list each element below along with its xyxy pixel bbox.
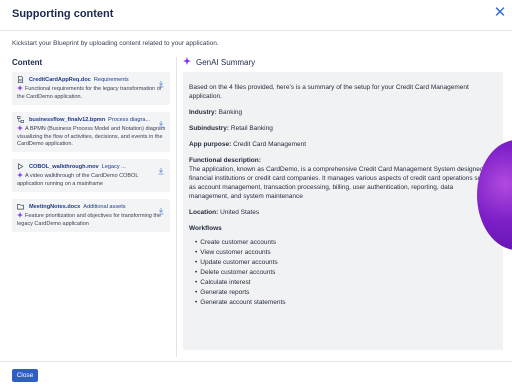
location-value: United States <box>220 209 260 216</box>
close-icon[interactable]: ✕ <box>492 5 508 21</box>
content-heading: Content <box>12 58 43 67</box>
workflow-item: Create customer accounts <box>195 238 493 247</box>
process-diagram-icon <box>17 116 24 123</box>
sparkle-icon <box>183 57 191 67</box>
sparkle-icon <box>17 125 23 134</box>
dialog-intro: Kickstart your Blueprint by uploading co… <box>12 40 219 47</box>
download-icon[interactable] <box>157 202 165 215</box>
file-card[interactable]: CreditCardAppReq.doc Requirements Functi… <box>12 72 170 105</box>
dialog-header: Supporting content ✕ <box>0 0 512 31</box>
workflows-heading: Workflows <box>189 225 222 232</box>
location-row: Location: United States <box>189 208 493 217</box>
supporting-content-dialog: Supporting content ✕ Kickstart your Blue… <box>0 0 512 384</box>
workflow-item: View customer accounts <box>195 248 493 257</box>
dialog-title: Supporting content <box>12 8 114 20</box>
sparkle-icon <box>17 172 23 181</box>
location-label: Location: <box>189 209 219 216</box>
file-type: Requirements <box>93 76 129 83</box>
genai-summary-title: GenAI Summary <box>196 57 256 67</box>
file-description: Feature prioritization and objectives fo… <box>17 213 162 227</box>
functional-description-label: Functional description: <box>189 157 261 164</box>
file-type: Process diagra... <box>108 116 151 123</box>
subindustry-row: Subindustry: Retail Banking <box>189 124 493 133</box>
genai-summary-heading: GenAI Summary <box>183 57 255 67</box>
workflow-item: Calculate interest <box>195 278 493 287</box>
subindustry-label: Subindustry: <box>189 125 230 132</box>
sparkle-icon <box>17 212 23 221</box>
summary-panel: Based on the 4 files provided, here's is… <box>183 72 503 350</box>
file-name: businessflow_finalv12.bpmn <box>29 116 106 123</box>
file-name: CreditCardAppReq.doc <box>29 76 91 83</box>
video-icon <box>17 163 24 170</box>
download-icon[interactable] <box>157 115 165 128</box>
industry-row: Industry: Banking <box>189 108 493 117</box>
file-card[interactable]: businessflow_finalv12.bpmn Process diagr… <box>12 112 170 152</box>
file-type: Additional assets <box>83 203 126 210</box>
folder-icon <box>17 203 24 210</box>
dialog-footer: Close <box>0 361 512 384</box>
file-description: A BPMN (Business Process Model and Notat… <box>17 126 166 147</box>
file-description: Functional requirements for the legacy t… <box>17 86 162 100</box>
download-icon[interactable] <box>157 162 165 175</box>
subindustry-value: Retail Banking <box>230 125 273 132</box>
workflow-list: Create customer accounts View customer a… <box>189 238 493 307</box>
functional-description: The application, known as CardDemo, is a… <box>189 166 493 200</box>
sparkle-icon <box>17 85 23 94</box>
summary-intro: Based on the 4 files provided, here's is… <box>189 84 469 100</box>
file-card[interactable]: MeetingNotes.docx Additional assets Feat… <box>12 199 170 232</box>
column-divider <box>176 57 177 357</box>
industry-value: Banking <box>218 109 243 116</box>
industry-label: Industry: <box>189 109 217 116</box>
purpose-row: App purpose: Credit Card Management <box>189 140 493 149</box>
purpose-value: Credit Card Management <box>233 141 307 148</box>
file-card[interactable]: COBOL_walkthrough.mov Legacy ... A video… <box>12 159 170 192</box>
file-list: CreditCardAppReq.doc Requirements Functi… <box>12 72 170 239</box>
workflow-item: Generate reports <box>195 288 493 297</box>
file-type: Legacy ... <box>101 163 126 170</box>
workflow-item: Generate account statements <box>195 298 493 307</box>
close-button[interactable]: Close <box>12 369 38 382</box>
download-icon[interactable] <box>157 75 165 88</box>
file-description: A video walkthrough of the CardDemo COBO… <box>17 173 139 187</box>
workflow-item: Delete customer accounts <box>195 268 493 277</box>
purpose-label: App purpose: <box>189 141 232 148</box>
workflow-item: Update customer accounts <box>195 258 493 267</box>
file-name: COBOL_walkthrough.mov <box>29 163 99 170</box>
file-name: MeetingNotes.docx <box>29 203 81 210</box>
document-icon <box>17 76 24 83</box>
